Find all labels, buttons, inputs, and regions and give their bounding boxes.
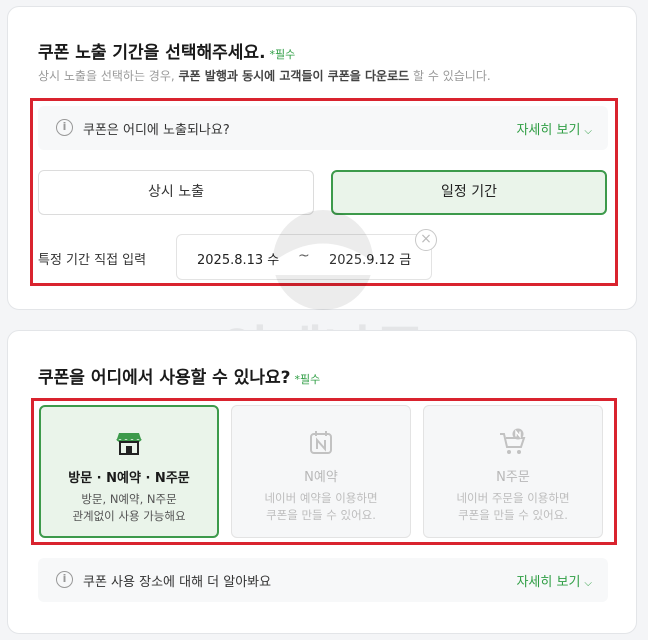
exposure-title: 쿠폰 노출 기간을 선택해주세요. *필수 (38, 43, 296, 63)
usage-info-text: 쿠폰 사용 장소에 대해 더 알아봐요 (83, 575, 272, 590)
exposure-subtitle: 상시 노출을 선택하는 경우, 쿠폰 발행과 동시에 고객들이 쿠폰을 다운로드… (38, 69, 491, 83)
usage-detail-link[interactable]: 자세히 보기 ⌵ (516, 571, 592, 590)
required-mark: *필수 (269, 48, 296, 61)
usage-info-bar: i 쿠폰 사용 장소에 대해 더 알아봐요 자세히 보기 ⌵ (38, 558, 608, 602)
chevron-down-icon: ⌵ (584, 578, 592, 589)
required-mark: *필수 (294, 373, 321, 386)
highlight-box-usage (31, 398, 617, 545)
usage-place-card: 쿠폰을 어디에서 사용할 수 있나요? *필수 방문 · N예약 · N주문 방문… (7, 330, 637, 634)
info-icon: i (56, 571, 73, 588)
usage-title: 쿠폰을 어디에서 사용할 수 있나요? *필수 (38, 368, 321, 388)
highlight-box-exposure (30, 98, 618, 286)
exposure-period-card: 쿠폰 노출 기간을 선택해주세요. *필수 상시 노출을 선택하는 경우, 쿠폰 … (7, 6, 637, 310)
